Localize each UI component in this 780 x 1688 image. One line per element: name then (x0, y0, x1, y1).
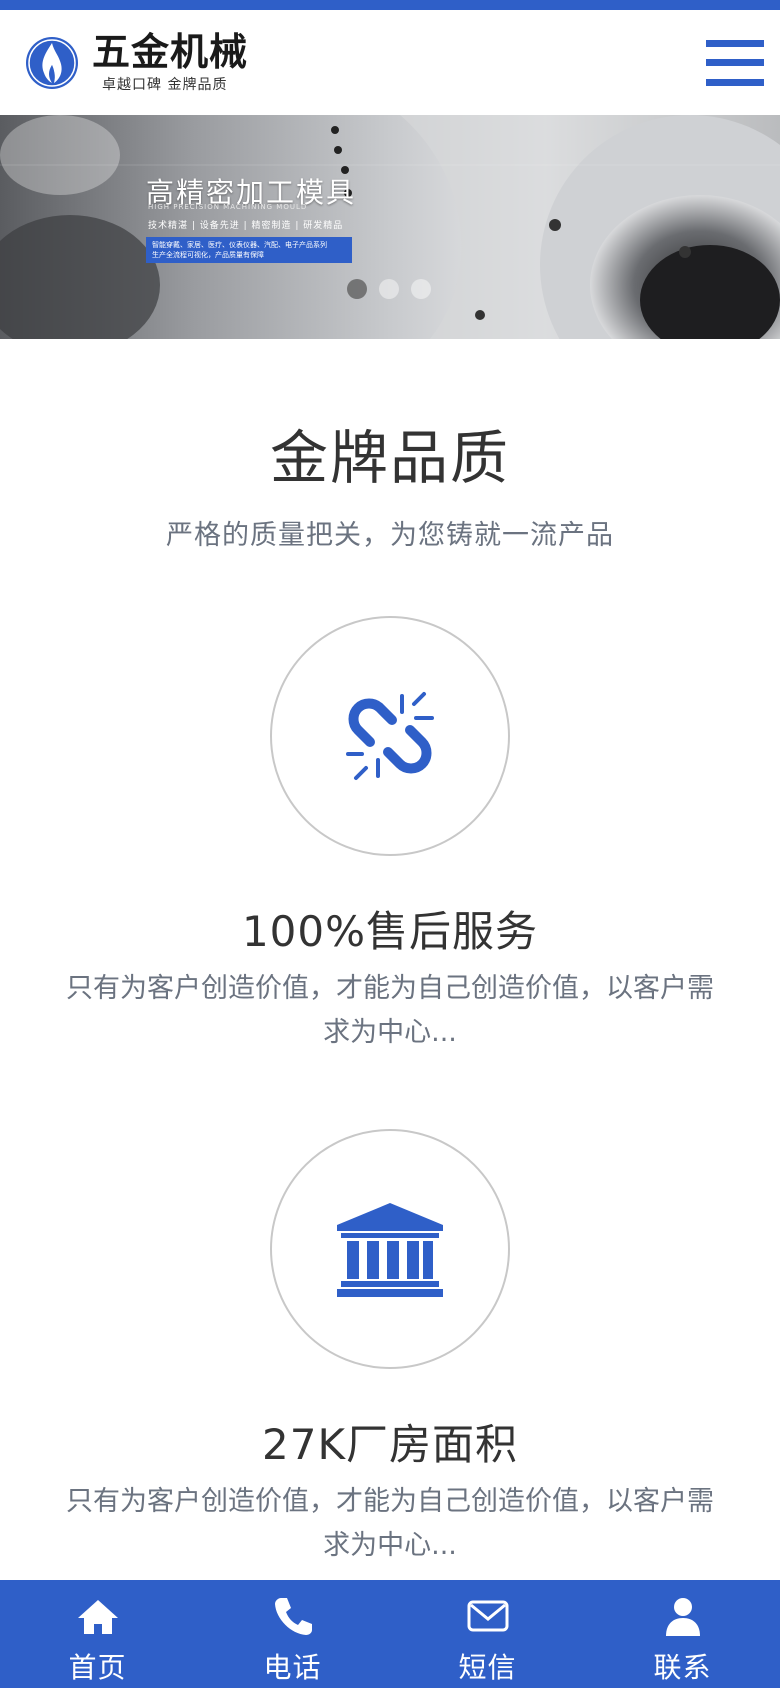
logo-title: 五金机械 (92, 29, 249, 74)
carousel-dot-3[interactable] (411, 279, 431, 299)
feature-card[interactable]: 100%售后服务 只有为客户创造价值，才能为自己创造价值，以客户需求为中心... (0, 616, 780, 1055)
broken-link-icon (346, 692, 434, 780)
nav-item-home[interactable]: 首页 (0, 1580, 195, 1688)
phone-icon (274, 1598, 312, 1635)
bottom-navigation: 首页 电话 短信 联系 (0, 1580, 780, 1688)
banner-tags: 技术精湛 | 设备先进 | 精密制造 | 研发精品 (148, 221, 344, 231)
banner-box-line-1: 智能穿戴、家居、医疗、仪表仪器、汽配、电子产品系列 (152, 241, 327, 249)
nav-item-sms[interactable]: 短信 (390, 1580, 585, 1688)
flame-logo-icon (26, 36, 78, 89)
nav-label-phone: 电话 (263, 1651, 322, 1684)
banner-subtitle-en: HIGH PRECISION MACHINING MOULD (148, 203, 308, 211)
feature-title: 100%售后服务 (241, 907, 539, 956)
nav-item-contact[interactable]: 联系 (585, 1580, 780, 1688)
hamburger-menu-icon[interactable] (706, 39, 764, 86)
section-title: 金牌品质 (269, 424, 510, 492)
feature-description: 只有为客户创造价值，才能为自己创造价值，以客户需求为中心... (66, 1486, 714, 1561)
nav-item-phone[interactable]: 电话 (195, 1580, 390, 1688)
nav-label-sms: 短信 (458, 1651, 517, 1684)
bank-building-icon (337, 1203, 443, 1297)
quality-section: 金牌品质 严格的质量把关，为您铸就一流产品 100%售后服务 只有为客户创造价值… (0, 411, 780, 1568)
site-header: 五金机械 卓越口碑 金牌品质 (0, 10, 780, 115)
feature-card[interactable]: 27K厂房面积 只有为客户创造价值，才能为自己创造价值，以客户需求为中心... (0, 1129, 780, 1568)
banner-machinery-image (0, 115, 780, 339)
user-icon (665, 1598, 700, 1636)
carousel-dot-2[interactable] (379, 279, 399, 299)
feature-icon-circle (270, 616, 510, 856)
banner-info-box: 智能穿戴、家居、医疗、仪表仪器、汽配、电子产品系列 生产全流程可视化，产品质量有… (146, 237, 352, 263)
home-icon (77, 1600, 118, 1634)
carousel-dots (347, 279, 431, 299)
banner-box-line-2: 生产全流程可视化，产品质量有保障 (152, 251, 264, 259)
site-logo[interactable]: 五金机械 卓越口碑 金牌品质 (24, 32, 248, 94)
top-accent-bar (0, 0, 780, 10)
logo-tagline: 卓越口碑 金牌品质 (102, 76, 228, 93)
hero-banner[interactable]: 高精密加工模具 HIGH PRECISION MACHINING MOULD 技… (0, 115, 780, 339)
nav-label-home: 首页 (68, 1651, 127, 1684)
section-subtitle: 严格的质量把关，为您铸就一流产品 (166, 520, 614, 551)
feature-title: 27K厂房面积 (262, 1420, 518, 1469)
feature-description: 只有为客户创造价值，才能为自己创造价值，以客户需求为中心... (66, 973, 714, 1048)
carousel-dot-1[interactable] (347, 279, 367, 299)
mail-icon (467, 1600, 508, 1632)
feature-icon-circle (270, 1129, 510, 1369)
nav-label-contact: 联系 (653, 1651, 712, 1684)
